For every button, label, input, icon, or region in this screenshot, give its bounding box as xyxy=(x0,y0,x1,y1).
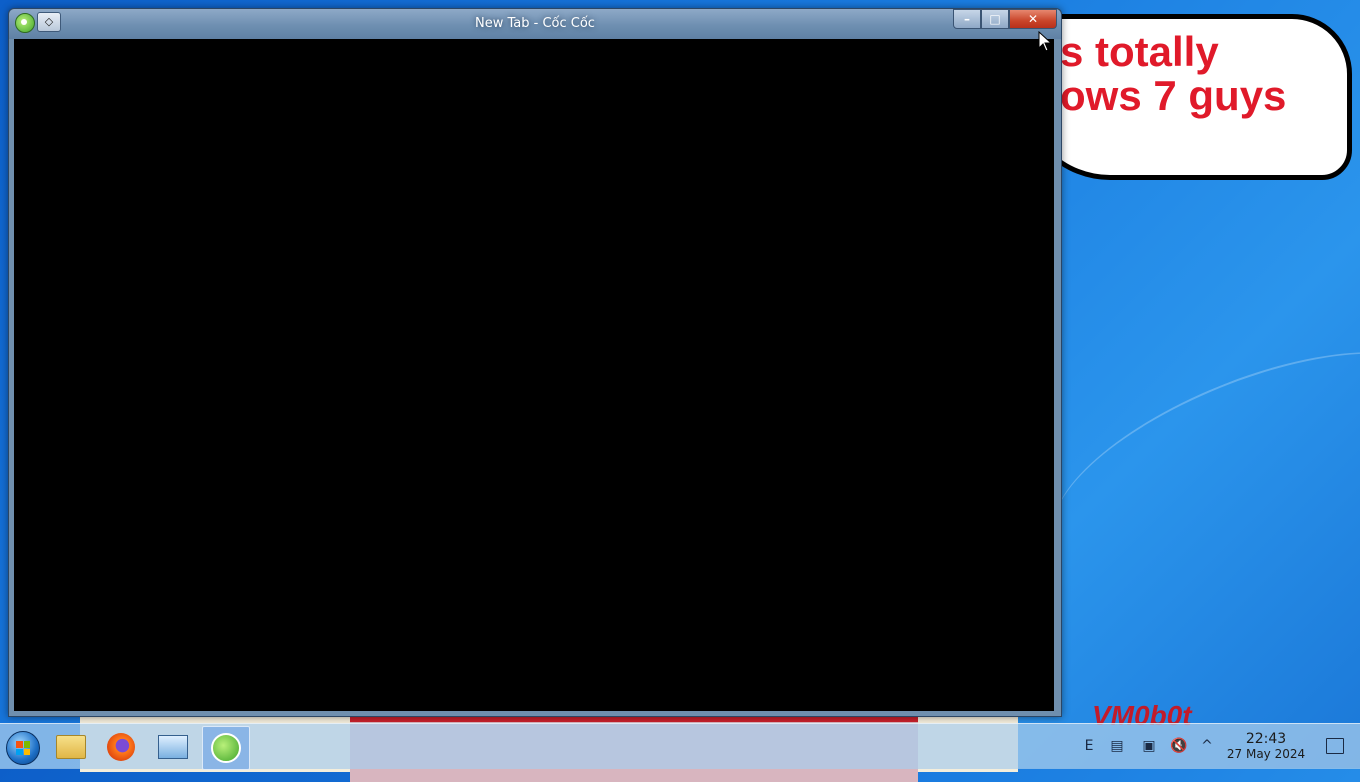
notifications-icon[interactable] xyxy=(1326,738,1344,754)
firefox-icon xyxy=(107,733,135,761)
minimize-button[interactable]: – xyxy=(953,9,981,29)
taskbar-remote-desktop[interactable] xyxy=(150,726,196,768)
bubble-text: s totally ows 7 guys xyxy=(1060,28,1287,119)
clipboard-icon[interactable]: ▣ xyxy=(1140,737,1158,755)
maximize-button[interactable]: □ xyxy=(981,9,1009,29)
network-icon[interactable]: ▤ xyxy=(1108,737,1126,755)
windows-flag-icon xyxy=(16,741,30,755)
volume-muted-icon[interactable]: 🔇 xyxy=(1170,737,1188,755)
close-button[interactable]: ✕ xyxy=(1009,9,1057,29)
window-controls: – □ ✕ xyxy=(953,9,1057,29)
taskbar-file-explorer[interactable] xyxy=(48,726,94,768)
taskbar-firefox[interactable] xyxy=(98,726,144,768)
taskbar-coccoc[interactable] xyxy=(202,726,250,770)
clock-date: 27 May 2024 xyxy=(1226,747,1306,761)
window-title: New Tab - Cốc Cốc xyxy=(475,16,595,31)
chevron-up-icon[interactable]: ^ xyxy=(1198,737,1216,755)
browser-window: ◇ New Tab - Cốc Cốc – □ ✕ xyxy=(8,8,1062,717)
start-button[interactable] xyxy=(6,731,40,765)
wallpaper-swoosh xyxy=(1024,307,1360,615)
title-bar[interactable]: ◇ New Tab - Cốc Cốc – □ ✕ xyxy=(9,9,1061,39)
clock[interactable]: 22:43 27 May 2024 xyxy=(1220,731,1312,762)
remote-desktop-icon xyxy=(158,735,188,759)
folder-icon xyxy=(56,735,86,759)
taskbar: E ▤ ▣ 🔇 ^ 22:43 27 May 2024 xyxy=(0,723,1360,770)
e-icon[interactable]: E xyxy=(1080,737,1098,755)
page-content[interactable] xyxy=(14,39,1054,711)
clock-time: 22:43 xyxy=(1245,731,1287,747)
coccoc-icon xyxy=(211,733,241,763)
